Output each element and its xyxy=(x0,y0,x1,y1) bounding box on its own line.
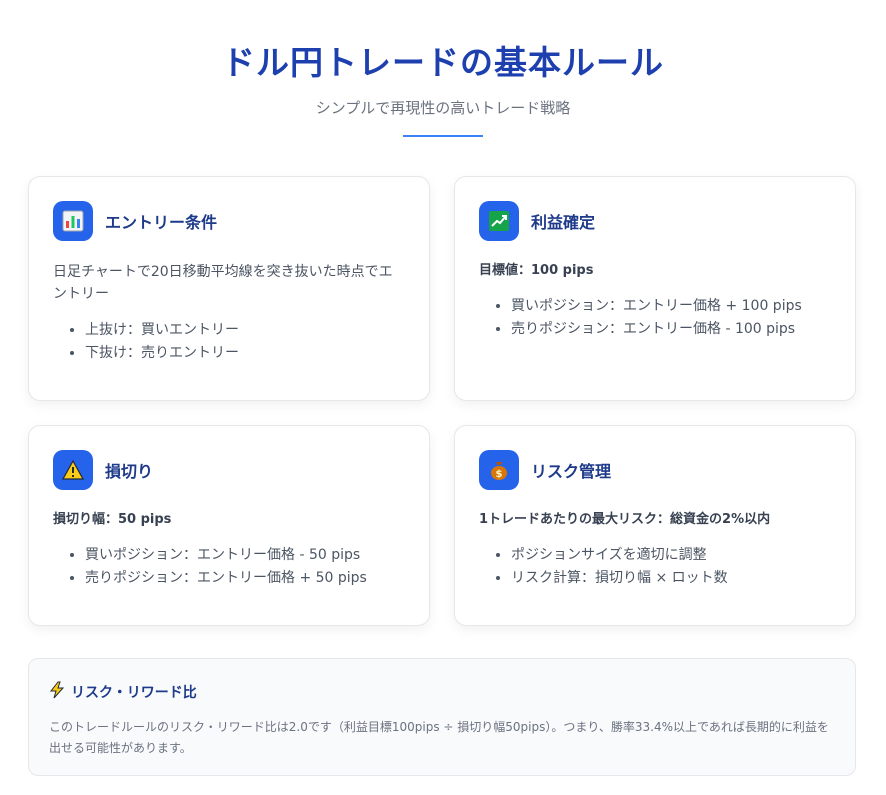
list-item: リスク計算：損切り幅 × ロット数 xyxy=(511,567,831,590)
take-profit-card: 利益確定 目標値：100 pips 買いポジション：エントリー価格 + 100 … xyxy=(454,176,856,401)
bullet-list: 上抜け：買いエントリー 下抜け：売りエントリー xyxy=(53,319,405,365)
stop-loss-width: 損切り幅：50 pips xyxy=(53,512,172,527)
list-item: 買いポジション：エントリー価格 + 100 pips xyxy=(511,295,831,318)
bullet-list: ポジションサイズを適切に調整 リスク計算：損切り幅 × ロット数 xyxy=(479,544,831,590)
max-risk: 1トレードあたりの最大リスク：総資金の2%以内 xyxy=(479,512,771,527)
list-item: 売りポジション：エントリー価格 - 100 pips xyxy=(511,318,831,341)
risk-management-card: $ リスク管理 1トレードあたりの最大リスク：総資金の2%以内 ポジションサイズ… xyxy=(454,425,856,626)
card-header: 利益確定 xyxy=(479,201,831,241)
card-title: 利益確定 xyxy=(531,213,596,232)
card-title: 損切り xyxy=(105,462,154,481)
card-title: エントリー条件 xyxy=(105,213,218,232)
money-bag-icon: $ xyxy=(479,450,519,490)
bullet-list: 買いポジション：エントリー価格 - 50 pips 売りポジション：エントリー価… xyxy=(53,544,405,590)
note-title: リスク・リワード比 xyxy=(71,685,197,701)
trending-up-chart-icon xyxy=(479,201,519,241)
page-header: ドル円トレードの基本ルール シンプルで再現性の高いトレード戦略 xyxy=(0,0,886,137)
entry-conditions-card: エントリー条件 日足チャートで20日移動平均線を突き抜いた時点でエントリー 上抜… xyxy=(28,176,430,401)
card-title: リスク管理 xyxy=(531,462,612,481)
list-item: 買いポジション：エントリー価格 - 50 pips xyxy=(85,544,405,567)
note-header: リスク・リワード比 xyxy=(49,681,835,703)
lightning-icon xyxy=(49,681,65,703)
card-header: 損切り xyxy=(53,450,405,490)
card-description: 日足チャートで20日移動平均線を突き抜いた時点でエントリー xyxy=(53,264,393,302)
warning-icon xyxy=(53,450,93,490)
list-item: 上抜け：買いエントリー xyxy=(85,319,405,342)
list-item: 下抜け：売りエントリー xyxy=(85,342,405,365)
page-subtitle: シンプルで再現性の高いトレード戦略 xyxy=(315,99,571,117)
card-header: エントリー条件 xyxy=(53,201,405,241)
list-item: ポジションサイズを適切に調整 xyxy=(511,544,831,567)
list-item: 売りポジション：エントリー価格 + 50 pips xyxy=(85,567,405,590)
note-text: このトレードルールのリスク・リワード比は2.0です（利益目標100pips ÷ … xyxy=(49,720,829,755)
risk-reward-note: リスク・リワード比 このトレードルールのリスク・リワード比は2.0です（利益目標… xyxy=(28,658,856,776)
bar-chart-icon xyxy=(53,201,93,241)
svg-text:$: $ xyxy=(496,469,503,480)
target-value: 目標値：100 pips xyxy=(479,263,594,278)
rules-grid: エントリー条件 日足チャートで20日移動平均線を突き抜いた時点でエントリー 上抜… xyxy=(28,176,856,626)
bullet-list: 買いポジション：エントリー価格 + 100 pips 売りポジション：エントリー… xyxy=(479,295,831,341)
title-divider xyxy=(403,135,483,137)
stop-loss-card: 損切り 損切り幅：50 pips 買いポジション：エントリー価格 - 50 pi… xyxy=(28,425,430,626)
page-title: ドル円トレードの基本ルール xyxy=(222,43,664,82)
card-header: $ リスク管理 xyxy=(479,450,831,490)
